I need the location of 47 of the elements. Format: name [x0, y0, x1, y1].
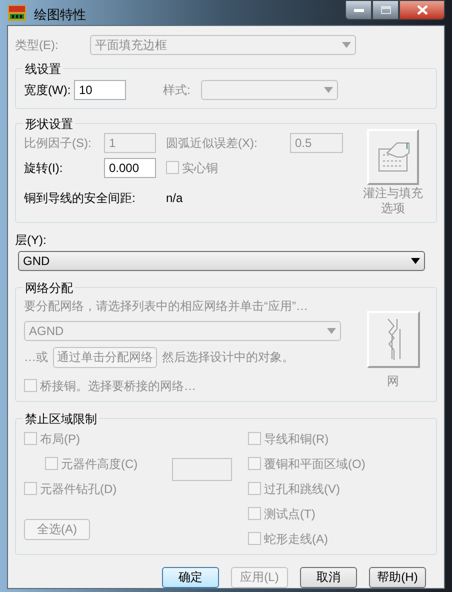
- dropdown[interactable]: GND: [18, 250, 425, 270]
- caret-icon: [342, 42, 351, 48]
- checkbox-label: 布局(P): [40, 430, 80, 448]
- dialog-button[interactable]: 取消: [300, 566, 357, 588]
- text-field[interactable]: 0.000: [104, 158, 156, 178]
- maximize-button[interactable]: [372, 0, 399, 20]
- text-field[interactable]: 10: [74, 80, 126, 100]
- flood-options-label: 灌注与填充选项: [362, 186, 424, 216]
- instruction-text: 然后选择设计中的对象。: [162, 349, 294, 366]
- minimize-button[interactable]: [345, 0, 372, 20]
- hint-text: 要分配网络，请选择列表中的相应网络并单击“应用”…: [24, 298, 309, 314]
- group-title: 禁止区域限制: [24, 410, 98, 428]
- dialog-button[interactable]: 确定: [162, 566, 219, 588]
- or-text: …或: [24, 349, 48, 366]
- maximize-icon: [380, 6, 390, 14]
- clearance-value: n/a: [166, 190, 183, 206]
- field-label: 层(Y):: [15, 232, 48, 248]
- field-label: 旋转(I):: [24, 160, 63, 174]
- caret-icon: [411, 258, 420, 264]
- field-label: 铜到导线的安全间距:: [24, 190, 136, 204]
- field-label: 宽度(W):: [24, 82, 71, 96]
- checkbox-label: 覆铜和平面区域(O): [264, 456, 366, 472]
- group-title: 形状设置: [24, 116, 74, 132]
- checkbox-label: 桥接铜。选择要桥接的网络…: [40, 378, 196, 394]
- field-label: 圆弧近似误差(X):: [166, 136, 258, 150]
- dialog-button[interactable]: 帮助(H): [369, 566, 426, 588]
- checkbox-label: 过孔和跳线(V): [264, 480, 340, 498]
- trace-icon: [385, 317, 401, 361]
- window-title: 绘图特性: [34, 6, 86, 24]
- app-logo-icon: [8, 5, 26, 21]
- caret-icon: [324, 86, 333, 92]
- checkbox-label: 元器件高度(C): [61, 456, 138, 472]
- caret-icon: [327, 328, 336, 334]
- checkbox-label: 导线和铜(R): [264, 430, 329, 448]
- group-title: 线设置: [24, 60, 62, 78]
- checkbox-label: 实心铜: [182, 160, 218, 176]
- checkbox-label: 测试点(T): [264, 506, 316, 522]
- close-icon: [416, 5, 428, 15]
- field-label: 类型(E):: [15, 38, 58, 52]
- minimize-icon: [354, 8, 364, 12]
- field-label: 样式:: [163, 82, 190, 96]
- checkbox-label: 元器件钻孔(D): [40, 480, 117, 498]
- checkbox-label: 蛇形走线(A): [264, 530, 328, 548]
- net-button-label: 网: [387, 372, 399, 390]
- group-title: 网络分配: [24, 280, 74, 296]
- close-button[interactable]: [399, 0, 445, 20]
- field-label: 比例因子(S):: [24, 136, 92, 150]
